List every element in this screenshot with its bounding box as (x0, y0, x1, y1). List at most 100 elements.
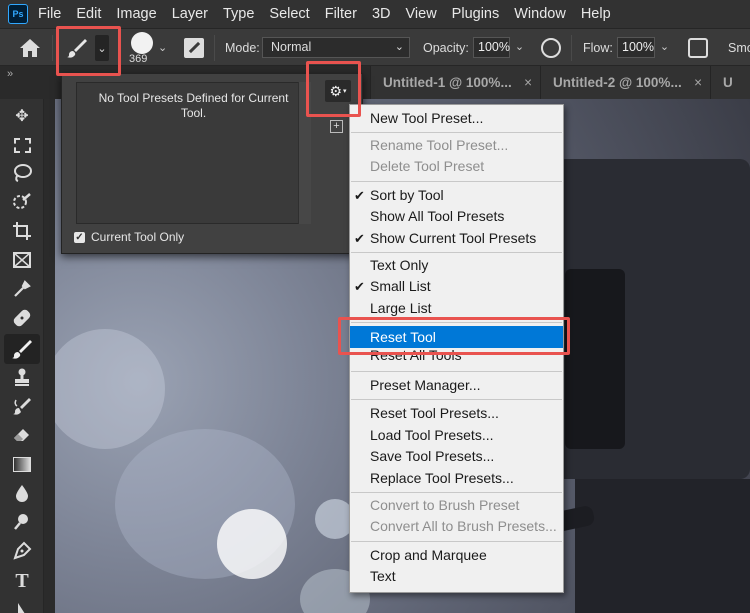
menu-item-show-all-tool-presets[interactable]: Show All Tool Presets (350, 206, 563, 227)
menu-edit[interactable]: Edit (76, 6, 101, 22)
brush-size-value: 369 (129, 53, 148, 65)
path-selection-tool-icon[interactable] (10, 599, 34, 613)
tools-panel: ✥ T (0, 99, 44, 613)
check-icon: ✔ (354, 188, 365, 203)
menu-item-label: Small List (370, 278, 431, 294)
close-icon[interactable]: × (524, 66, 532, 99)
new-preset-icon[interactable]: + (330, 120, 343, 133)
menu-select[interactable]: Select (269, 6, 309, 22)
blur-tool-icon[interactable] (10, 481, 34, 505)
airbrush-icon[interactable] (688, 38, 708, 58)
menu-layer[interactable]: Layer (172, 6, 208, 22)
camera-equipment (575, 479, 750, 613)
brush-tip-preview[interactable] (131, 32, 153, 54)
menu-item-preset-manager[interactable]: Preset Manager... (350, 375, 563, 396)
menu-item-small-list[interactable]: ✔ Small List (350, 276, 563, 297)
menu-item-text-only[interactable]: Text Only (350, 255, 563, 276)
bokeh-light (217, 509, 287, 579)
photoshop-logo: Ps (8, 4, 28, 24)
menu-filter[interactable]: Filter (325, 6, 357, 22)
menu-3d[interactable]: 3D (372, 6, 391, 22)
menu-separator (351, 252, 562, 253)
tool-presets-flyout-menu: New Tool Preset... Rename Tool Preset...… (349, 104, 564, 593)
close-icon[interactable]: × (694, 66, 702, 99)
menu-separator (351, 181, 562, 182)
menu-item-load-tool-presets[interactable]: Load Tool Presets... (350, 425, 563, 446)
tool-preset-picker-button[interactable]: ⌄ (95, 35, 109, 61)
menu-item-large-list[interactable]: Large List (350, 298, 563, 319)
gear-icon[interactable]: ⚙ ▾ (325, 80, 351, 102)
menu-item-reset-tool[interactable]: Reset Tool (350, 326, 563, 348)
menu-item-crop-and-marquee[interactable]: Crop and Marquee (350, 545, 563, 566)
preset-list-scrollbar[interactable] (298, 82, 311, 224)
empty-preset-message: No Tool Presets Defined for Current Tool… (98, 91, 289, 120)
menu-plugins[interactable]: Plugins (452, 6, 500, 22)
frame-tool-icon[interactable] (10, 248, 34, 272)
menu-item-rename-tool-preset: Rename Tool Preset... (370, 137, 509, 153)
menu-item-reset-tool-presets[interactable]: Reset Tool Presets... (350, 403, 563, 424)
quick-selection-tool-icon[interactable] (10, 190, 34, 214)
menu-separator (351, 371, 562, 372)
menu-separator (351, 322, 562, 323)
menu-image[interactable]: Image (116, 6, 156, 22)
brush-tool-icon[interactable] (4, 334, 40, 364)
divider (571, 35, 572, 61)
move-tool-icon[interactable]: ✥ (10, 104, 34, 128)
eraser-tool-icon[interactable] (10, 423, 34, 447)
tab-untitled-1[interactable]: Untitled-1 @ 100%... × (370, 66, 540, 99)
menu-type[interactable]: Type (223, 6, 254, 22)
opacity-input[interactable]: 100% (473, 37, 510, 58)
menu-window[interactable]: Window (514, 6, 566, 22)
menu-file[interactable]: File (38, 6, 61, 22)
chevron-down-icon[interactable]: ⌄ (158, 41, 167, 54)
opacity-label: Opacity: (423, 41, 469, 55)
options-bar: ⌄ 369 ⌄ Mode: Normal ⌄ Opacity: 100% ⌄ F… (0, 28, 750, 66)
marquee-tool-icon[interactable] (10, 133, 34, 157)
crop-tool-icon[interactable] (10, 219, 34, 243)
menu-separator (351, 541, 562, 542)
clone-stamp-tool-icon[interactable] (10, 365, 34, 389)
menu-item-save-tool-presets[interactable]: Save Tool Presets... (350, 446, 563, 467)
home-icon[interactable] (18, 37, 42, 59)
divider (52, 35, 53, 61)
check-icon: ✔ (354, 279, 365, 294)
chevron-down-icon[interactable]: ⌄ (512, 38, 527, 57)
history-brush-tool-icon[interactable] (10, 394, 34, 418)
menu-item-reset-all-tools[interactable]: Reset All Tools (350, 348, 563, 363)
healing-brush-tool-icon[interactable] (10, 306, 34, 330)
menu-item-convert-all-to-brush-presets: Convert All to Brush Presets... (370, 518, 557, 534)
gradient-tool-icon[interactable] (10, 452, 34, 476)
chevron-down-icon[interactable]: ⌄ (657, 38, 672, 57)
lasso-tool-icon[interactable] (10, 161, 34, 185)
check-icon: ✔ (354, 231, 365, 246)
pen-tool-icon[interactable] (10, 539, 34, 563)
dodge-tool-icon[interactable] (10, 510, 34, 534)
divider (214, 35, 215, 61)
tab-label: Untitled-2 @ 100%... (553, 75, 682, 90)
menu-item-label: Show Current Tool Presets (370, 230, 537, 246)
tool-presets-panel: No Tool Presets Defined for Current Tool… (61, 73, 363, 254)
preset-list[interactable]: No Tool Presets Defined for Current Tool… (76, 82, 311, 224)
menu-item-show-current-tool-presets[interactable]: ✔ Show Current Tool Presets (350, 228, 563, 249)
checkbox-icon[interactable]: ✓ (74, 231, 85, 243)
flow-input[interactable]: 100% (617, 37, 655, 58)
toolbar-collapse-icon[interactable]: » (0, 66, 44, 99)
tab-untitled-2[interactable]: Untitled-2 @ 100%... × (540, 66, 710, 99)
menu-item-replace-tool-presets[interactable]: Replace Tool Presets... (350, 468, 563, 489)
menu-item-text[interactable]: Text (350, 566, 563, 587)
menu-item-new-tool-preset[interactable]: New Tool Preset... (350, 108, 563, 129)
brush-tool-icon[interactable] (66, 37, 88, 59)
menu-help[interactable]: Help (581, 6, 611, 22)
mode-select[interactable]: Normal ⌄ (262, 37, 410, 58)
menu-bar: Ps File Edit Image Layer Type Select Fil… (0, 0, 750, 28)
menu-view[interactable]: View (406, 6, 437, 22)
brush-settings-panel-icon[interactable] (184, 38, 204, 58)
menu-separator (351, 132, 562, 133)
menu-item-sort-by-tool[interactable]: ✔ Sort by Tool (350, 185, 563, 206)
type-tool-icon[interactable]: T (10, 569, 34, 593)
current-tool-only-checkbox[interactable]: ✓ Current Tool Only (74, 230, 184, 244)
menu-separator (351, 492, 562, 493)
pressure-opacity-icon[interactable] (541, 38, 561, 58)
tab-untitled-3[interactable]: U (710, 66, 750, 99)
eyedropper-tool-icon[interactable] (10, 277, 34, 301)
